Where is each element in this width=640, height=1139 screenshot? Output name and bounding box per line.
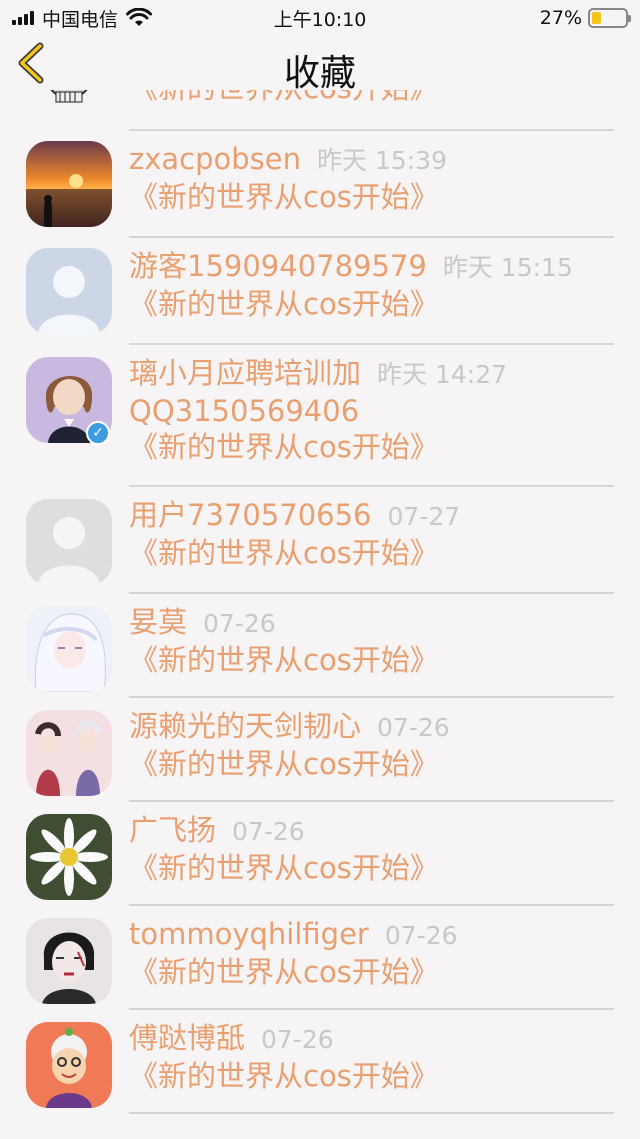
list-item[interactable]: 广飞扬 07-26 《新的世界从cos开始》 (0, 802, 640, 906)
avatar[interactable] (26, 814, 112, 900)
work-title-link[interactable]: 《新的世界从cos开始》 (129, 1058, 614, 1094)
item-header: zxacpobsen 昨天 15:39 (129, 141, 614, 179)
battery-icon (588, 8, 631, 28)
work-title-link[interactable]: 《新的世界从cos开始》 (129, 954, 614, 990)
timestamp: 昨天 15:39 (317, 146, 447, 175)
user-name[interactable]: 傅跶博舐 (129, 1021, 245, 1055)
wifi-icon (126, 8, 153, 26)
item-header: 游客1590940789579 昨天 15:15 (129, 248, 614, 286)
work-title-link[interactable]: 《新的世界从cos开始》 (129, 850, 614, 886)
favorites-list: 《新的世界从cos开始》zxacpobsen昨天 15:39《新的世界从cos开… (0, 90, 640, 1139)
work-title-link[interactable]: 《新的世界从cos开始》 (129, 429, 614, 465)
list-item[interactable]: 妟莫 07-26 《新的世界从cos开始》 (0, 594, 640, 698)
work-title-link[interactable]: 《新的世界从cos开始》 (129, 286, 614, 322)
battery-percent: 27% (539, 7, 582, 29)
timestamp: 07-26 (232, 817, 305, 846)
favorites-list-inner: 《新的世界从cos开始》zxacpobsen昨天 15:39《新的世界从cos开… (0, 90, 640, 1114)
list-item[interactable]: 游客1590940789579 昨天 15:15 《新的世界从cos开始》 (0, 238, 640, 345)
item-content: 傅跶博舐 07-26 《新的世界从cos开始》 (129, 1020, 614, 1094)
status-right: 27% (539, 7, 631, 29)
avatar[interactable] (26, 918, 112, 1004)
item-content: tommoyqhilfiger 07-26 《新的世界从cos开始》 (129, 916, 614, 990)
list-item[interactable]: 傅跶博舐 07-26 《新的世界从cos开始》 (0, 1010, 640, 1114)
item-content: 广飞扬 07-26 《新的世界从cos开始》 (129, 812, 614, 886)
timestamp: 07-26 (261, 1025, 334, 1054)
status-bar: 中国电信 上午10:10 27% (0, 0, 640, 36)
work-title-link[interactable]: 《新的世界从cos开始》 (129, 535, 614, 571)
avatar[interactable] (26, 499, 112, 585)
avatar[interactable] (26, 1022, 112, 1108)
battery-fill (592, 12, 601, 24)
item-header: 妟莫 07-26 (129, 604, 614, 642)
page-title: 收藏 (283, 53, 356, 94)
item-header: tommoyqhilfiger 07-26 (129, 916, 614, 954)
user-name[interactable]: 源赖光的天剑韧心 (129, 709, 361, 743)
item-content: 源赖光的天剑韧心 07-26 《新的世界从cos开始》 (129, 708, 614, 782)
timestamp: 07-26 (203, 609, 276, 638)
timestamp: 昨天 15:15 (442, 253, 573, 282)
work-title-link[interactable]: 《新的世界从cos开始》 (129, 642, 614, 678)
user-name[interactable]: zxacpobsen (129, 142, 301, 176)
avatar[interactable] (26, 141, 112, 227)
item-header: 璃小月应聘培训加 昨天 14:27 (129, 355, 614, 393)
item-content: 用户7370570656 07-27 《新的世界从cos开始》 (129, 497, 614, 571)
user-name[interactable]: tommoyqhilfiger (129, 917, 369, 951)
item-header: 用户7370570656 07-27 (129, 497, 614, 535)
carrier-label: 中国电信 (42, 8, 119, 31)
divider (129, 1112, 614, 1114)
list-item[interactable]: zxacpobsen 昨天 15:39 《新的世界从cos开始》 (0, 131, 640, 238)
list-item[interactable]: ✓ 璃小月应聘培训加 昨天 14:27 QQ3150569406 《新的世界从cos开始… (0, 345, 640, 487)
item-content: 璃小月应聘培训加 昨天 14:27 QQ3150569406 《新的世界从cos开始》 (129, 355, 614, 465)
user-name-continued[interactable]: QQ3150569406 (129, 393, 614, 429)
signal-icon (12, 11, 34, 25)
item-header: 傅跶博舐 07-26 (129, 1020, 614, 1058)
item-content: zxacpobsen 昨天 15:39 《新的世界从cos开始》 (129, 141, 614, 215)
timestamp: 昨天 14:27 (377, 360, 508, 389)
work-title-link[interactable]: 《新的世界从cos开始》 (129, 179, 614, 215)
user-name[interactable]: 用户7370570656 (129, 498, 372, 532)
verified-badge-icon: ✓ (86, 421, 110, 445)
list-item[interactable]: 用户7370570656 07-27 《新的世界从cos开始》 (0, 487, 640, 594)
timestamp: 07-27 (387, 502, 461, 531)
avatar[interactable] (26, 248, 112, 334)
item-content: 妟莫 07-26 《新的世界从cos开始》 (129, 604, 614, 678)
list-item[interactable]: 源赖光的天剑韧心 07-26 《新的世界从cos开始》 (0, 698, 640, 802)
avatar[interactable] (26, 606, 112, 692)
timestamp: 07-26 (377, 713, 450, 742)
list-item[interactable]: 《新的世界从cos开始》 (0, 90, 640, 131)
item-header: 源赖光的天剑韧心 07-26 (129, 708, 614, 746)
user-name[interactable]: 妟莫 (129, 605, 187, 639)
timestamp: 07-26 (384, 921, 458, 950)
user-name[interactable]: 广飞扬 (129, 813, 216, 847)
avatar[interactable] (26, 710, 112, 796)
work-title-link[interactable]: 《新的世界从cos开始》 (129, 746, 614, 782)
user-name[interactable]: 游客1590940789579 (129, 249, 427, 283)
item-header: 广飞扬 07-26 (129, 812, 614, 850)
user-name[interactable]: 璃小月应聘培训加 (129, 356, 361, 390)
list-item[interactable]: tommoyqhilfiger 07-26 《新的世界从cos开始》 (0, 906, 640, 1010)
status-left: 中国电信 (12, 5, 153, 32)
item-content: 游客1590940789579 昨天 15:15 《新的世界从cos开始》 (129, 248, 614, 322)
nav-bar: 收藏 (0, 36, 640, 94)
